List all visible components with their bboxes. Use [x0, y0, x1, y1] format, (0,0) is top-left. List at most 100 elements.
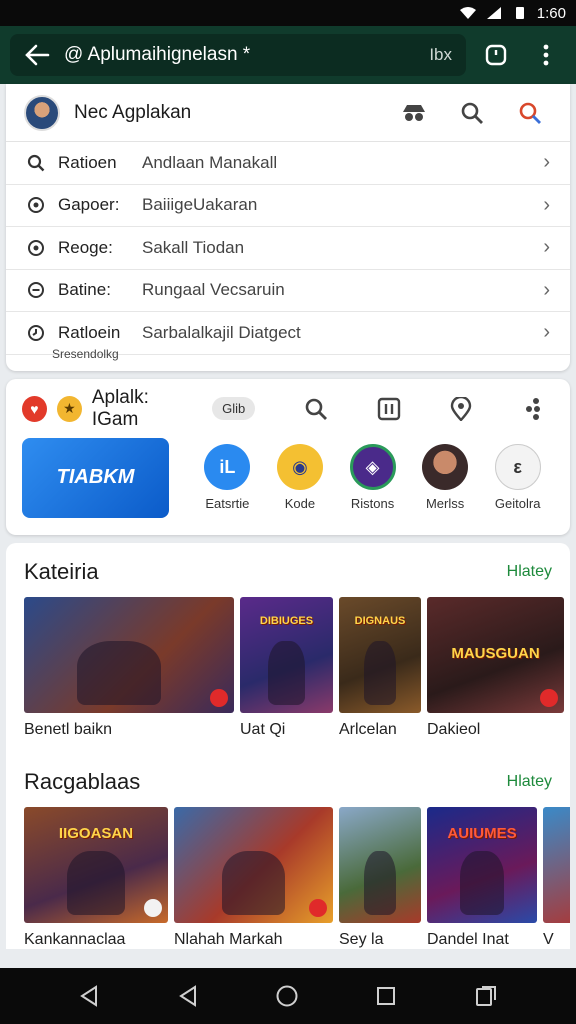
- settings-row[interactable]: Gapoer: BaiiigeUakaran ›: [6, 185, 570, 227]
- game-tiles: Benetl baikn DIBIUGES Uat Qi DIGNAUS Arl…: [6, 587, 570, 739]
- app-icon: ε: [494, 444, 541, 490]
- signal-icon: [486, 7, 501, 19]
- search-button[interactable]: [450, 101, 494, 125]
- system-nav-bar: [0, 968, 576, 1024]
- game-tile[interactable]: DIGNAUS Arlcelan: [339, 596, 421, 739]
- badge-icon: [540, 688, 558, 707]
- game-title: Kankannaclaa: [24, 930, 126, 948]
- clock-icon: [28, 324, 44, 341]
- games-title: Aplalk: IGam: [91, 386, 149, 430]
- shortcut-label: Eatsrtie: [205, 496, 250, 511]
- address-bar[interactable]: @ Aplumaihignelasn * Ibx: [10, 34, 466, 76]
- promo-banner[interactable]: TIABKM: [22, 437, 170, 518]
- back-triangle-icon[interactable]: [78, 984, 100, 1008]
- settings-row[interactable]: Reoge: Sakall Tiodan ›: [6, 227, 570, 270]
- shield-badge-icon: ★: [56, 395, 82, 422]
- game-art: [174, 806, 333, 923]
- game-art: MAUSGUAN: [427, 596, 564, 713]
- app-icon: ◈: [349, 444, 396, 490]
- game-title: V: [543, 930, 554, 948]
- battery-icon: [515, 7, 524, 19]
- settings-note: Sresendolkg: [52, 346, 119, 361]
- settings-row[interactable]: Ratioen Andlaan Manakall ›: [6, 142, 570, 185]
- avatar[interactable]: [24, 94, 60, 131]
- game-art: DIGNAUS: [339, 596, 421, 713]
- shortcut-item[interactable]: Merlss: [409, 444, 482, 511]
- game-tile[interactable]: Sey la: [339, 806, 421, 949]
- settings-row-label: Ratioen: [58, 152, 117, 172]
- section-title: Racgablaas: [24, 768, 141, 794]
- settings-row-value: BaiiigeUakaran: [142, 195, 258, 215]
- account-row[interactable]: Nec Agplakan: [6, 84, 570, 142]
- recents-square-icon[interactable]: [375, 985, 397, 1007]
- dots-grid-icon: [525, 397, 540, 420]
- settings-row-value: Rungaal Vecsaruin: [142, 280, 285, 300]
- game-art: [543, 806, 570, 923]
- games-header: ♥ ★ Aplalk: IGam Glib: [6, 379, 570, 439]
- section-more-link[interactable]: Hlatey: [507, 563, 552, 581]
- incognito-button[interactable]: [392, 103, 436, 123]
- game-art: [339, 806, 421, 923]
- game-tile[interactable]: IIGOASAN Kankannaclaa: [24, 806, 168, 949]
- shortcut-item[interactable]: ◈ Ristons: [336, 444, 409, 511]
- game-tile[interactable]: AUIUMES Dandel Inat: [427, 806, 537, 949]
- chevron-right-icon: ›: [543, 193, 550, 216]
- address-text: @ Aplumaihignelasn *: [64, 44, 251, 65]
- shortcut-item[interactable]: iL Eatsrtie: [191, 444, 264, 511]
- game-art: AUIUMES: [427, 806, 537, 923]
- back-arrow-icon[interactable]: [24, 44, 50, 66]
- minus-circle-icon: [28, 282, 44, 299]
- screenshot-icon[interactable]: [474, 984, 498, 1008]
- shortcut-label: Ristons: [350, 496, 395, 511]
- game-title: Nlahah Markah: [174, 930, 283, 948]
- game-tiles: IIGOASAN Kankannaclaa Nlahah Markah Sey …: [6, 797, 570, 949]
- games-search-button[interactable]: [295, 397, 337, 421]
- section-title: Kateiria: [24, 558, 99, 584]
- tabs-button[interactable]: [476, 35, 516, 75]
- badge-icon: [144, 898, 162, 917]
- search-icon: [27, 154, 45, 172]
- heart-badge-icon: ♥: [22, 395, 47, 422]
- games-location-button[interactable]: [440, 396, 482, 421]
- status-time: 1:60: [536, 4, 566, 22]
- section-header: Kateiria Hlatey: [6, 557, 570, 587]
- game-tile[interactable]: DIBIUGES Uat Qi: [240, 596, 333, 739]
- game-tile[interactable]: Nlahah Markah: [174, 806, 333, 949]
- search-icon: [461, 102, 483, 124]
- target-icon: [28, 239, 44, 256]
- settings-row[interactable]: Batine: Rungaal Vecsaruin ›: [6, 270, 570, 312]
- games-card: ♥ ★ Aplalk: IGam Glib TIABKM iL Eatsrtie…: [6, 378, 570, 535]
- app-icon: ◉: [276, 444, 323, 490]
- game-tile[interactable]: V: [543, 806, 570, 949]
- tabs-icon: [485, 44, 507, 66]
- game-shortcuts: TIABKM iL Eatsrtie ◉ Kode ◈ Ristons Merl…: [6, 437, 570, 535]
- chevron-right-icon: ›: [543, 278, 550, 301]
- shortcut-label: Geitolra: [494, 496, 541, 511]
- game-title: Sey la: [339, 930, 384, 948]
- back-triangle-icon[interactable]: [177, 984, 199, 1008]
- game-art: [24, 596, 234, 713]
- account-name: Nec Agplakan: [74, 101, 192, 123]
- game-title: Benetl baikn: [24, 720, 113, 738]
- status-bar: 1:60: [0, 0, 576, 26]
- shortcut-item[interactable]: ε Geitolra: [481, 444, 554, 511]
- shortcut-item[interactable]: ◉ Kode: [264, 444, 337, 511]
- game-tile[interactable]: Benetl baikn: [24, 596, 234, 739]
- chevron-right-icon: ›: [543, 151, 550, 174]
- app-icon: [422, 444, 469, 490]
- game-title: Dandel Inat: [427, 930, 509, 948]
- settings-row-label: Ratloein: [58, 322, 121, 342]
- target-icon: [28, 197, 44, 214]
- games-library-button[interactable]: [367, 397, 409, 421]
- games-pill[interactable]: Glib: [212, 397, 256, 420]
- app-bar: @ Aplumaihignelasn * Ibx: [0, 26, 576, 84]
- home-circle-icon[interactable]: [275, 984, 299, 1008]
- games-more-button[interactable]: [512, 397, 554, 421]
- incognito-icon: [403, 104, 425, 121]
- library-icon: [377, 397, 400, 420]
- lens-button[interactable]: [508, 101, 552, 125]
- game-tile[interactable]: MAUSGUAN Dakieol: [427, 596, 564, 739]
- section-more-link[interactable]: Hlatey: [507, 773, 552, 791]
- settings-row-label: Gapoer:: [58, 195, 120, 215]
- overflow-menu-button[interactable]: [526, 35, 566, 75]
